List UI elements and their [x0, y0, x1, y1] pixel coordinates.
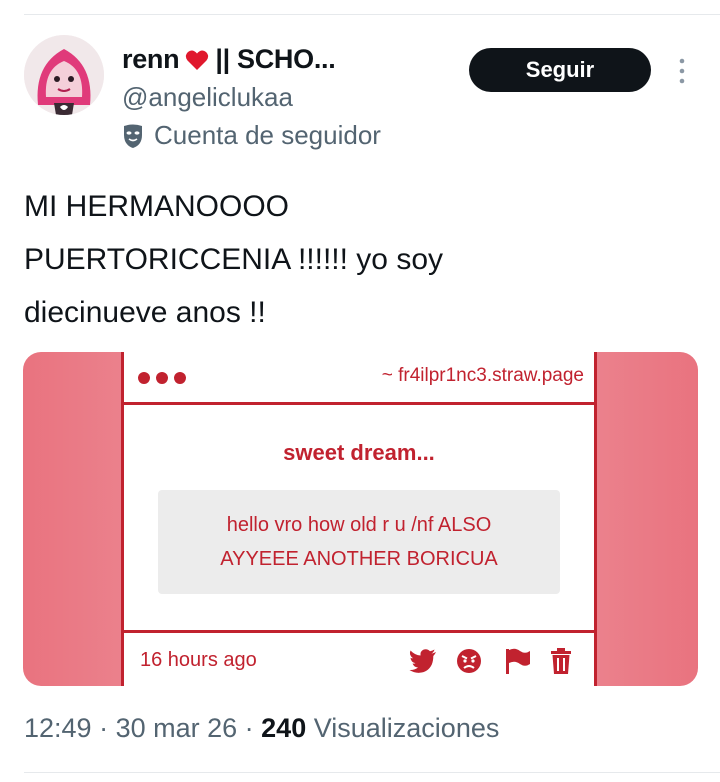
- window-dot-icon: [174, 372, 186, 384]
- follow-button[interactable]: Seguir: [469, 48, 651, 92]
- message-line: AYYEEE ANOTHER BORICUA: [220, 548, 498, 570]
- angry-face-icon: [457, 649, 481, 673]
- user-handle[interactable]: @angeliclukaa: [122, 82, 293, 113]
- page-url: ~ fr4ilpr1nc3.straw.page: [381, 365, 584, 386]
- window-dot-icon: [138, 372, 150, 384]
- display-name-row[interactable]: renn || SCHO...: [122, 44, 336, 75]
- window-titlebar: ~ fr4ilpr1nc3.straw.page: [124, 352, 594, 405]
- follower-account-label: Cuenta de seguidor: [154, 120, 381, 150]
- more-options-icon[interactable]: [672, 56, 692, 86]
- views-label: Visualizaciones: [313, 713, 500, 743]
- display-name[interactable]: renn: [122, 44, 180, 75]
- card-headline: sweet dream...: [283, 440, 435, 465]
- trash-icon: [551, 648, 571, 674]
- tweet-metadata: 12:49 · 30 mar 26 · 240 Visualizaciones: [24, 713, 500, 743]
- flag-icon: [506, 648, 530, 674]
- message-box: hello vro how old r u /nf ALSO AYYEEE AN…: [158, 490, 560, 594]
- time-ago: 16 hours ago: [140, 649, 257, 671]
- views-count: 240: [261, 713, 307, 743]
- browser-window: ~ fr4ilpr1nc3.straw.page sweet dream... …: [121, 352, 597, 686]
- attached-image-card[interactable]: ~ fr4ilpr1nc3.straw.page sweet dream... …: [23, 352, 698, 686]
- message-line: hello vro how old r u /nf ALSO: [226, 514, 492, 536]
- heart-icon: [186, 50, 209, 70]
- card-footer: 16 hours ago: [124, 630, 594, 686]
- tweet-date[interactable]: 30 mar 26: [116, 713, 238, 743]
- follower-account-row: Cuenta de seguidor: [122, 120, 381, 151]
- display-name-suffix[interactable]: || SCHO...: [215, 44, 335, 75]
- tweet-time[interactable]: 12:49: [24, 713, 92, 743]
- avatar[interactable]: [24, 35, 104, 115]
- tweet-text: MI HERMANOOOO PUERTORICCENIA !!!!!! yo s…: [24, 190, 444, 329]
- bottom-divider: [24, 772, 720, 773]
- top-divider: [24, 14, 720, 15]
- mask-icon: [124, 124, 142, 148]
- window-dot-icon: [156, 372, 168, 384]
- twitter-bird-icon: [409, 649, 436, 673]
